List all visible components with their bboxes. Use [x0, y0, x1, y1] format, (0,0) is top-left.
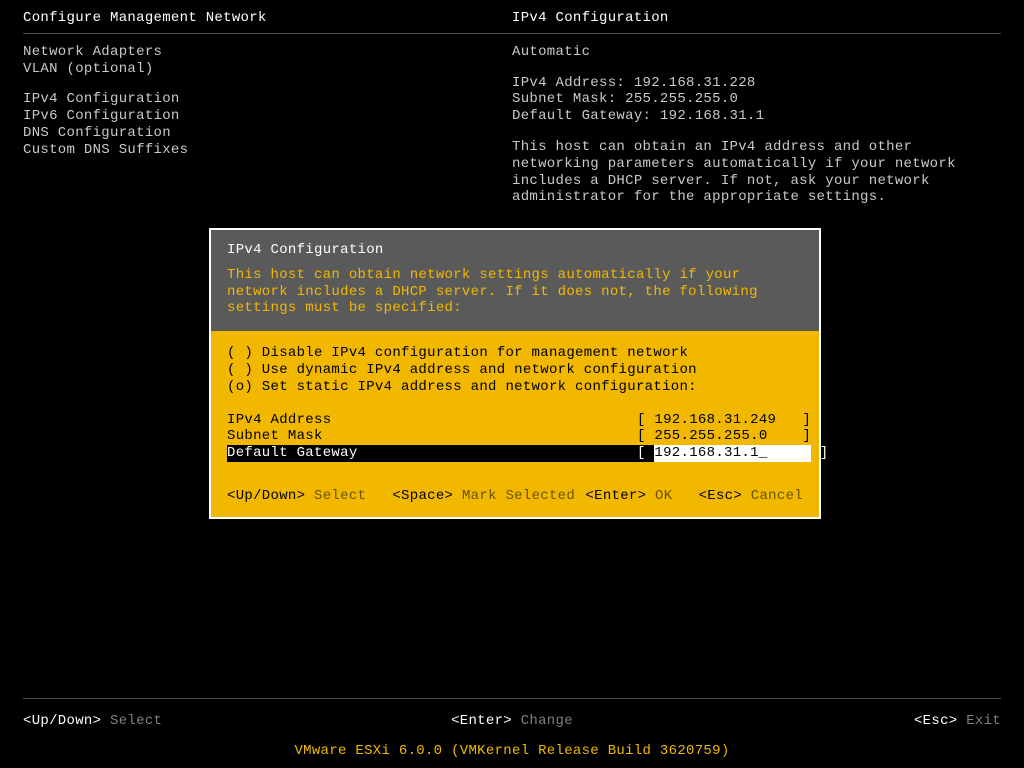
- dialog-header: IPv4 Configuration This host can obtain …: [211, 230, 819, 331]
- footer-hints: <Up/Down> Select <Enter> Change <Esc> Ex…: [0, 713, 1024, 730]
- dialog-fields[interactable]: IPv4 Address[ 192.168.31.249 ]Subnet Mas…: [227, 412, 803, 462]
- detail-mode: Automatic: [512, 44, 1001, 61]
- hint-esc[interactable]: <Esc> Cancel: [672, 488, 803, 505]
- dialog-options[interactable]: ( ) Disable IPv4 configuration for manag…: [227, 345, 803, 395]
- footer-right: <Esc> Exit: [675, 713, 1001, 730]
- field-value[interactable]: [ 192.168.31.249 ]: [637, 412, 811, 429]
- footer-divider: [23, 698, 1001, 699]
- menu-item-dns-suffixes[interactable]: Custom DNS Suffixes: [23, 142, 512, 159]
- detail-description: This host can obtain an IPv4 address and…: [512, 139, 982, 206]
- detail-subnet-mask: Subnet Mask: 255.255.255.0: [512, 91, 1001, 108]
- body-columns: Network Adapters VLAN (optional) IPv4 Co…: [0, 44, 1024, 206]
- dialog-body: ( ) Disable IPv4 configuration for manag…: [211, 331, 819, 517]
- menu-item-vlan[interactable]: VLAN (optional): [23, 61, 512, 78]
- field-value[interactable]: [ 255.255.255.0 ]: [637, 428, 811, 445]
- header-right-title: IPv4 Configuration: [512, 10, 1001, 27]
- detail-spacer-2: [512, 125, 1001, 139]
- dialog-option-2[interactable]: (o) Set static IPv4 address and network …: [227, 379, 803, 396]
- header-left-title: Configure Management Network: [23, 10, 512, 27]
- header-row: Configure Management Network IPv4 Config…: [0, 0, 1024, 31]
- left-menu[interactable]: Network Adapters VLAN (optional) IPv4 Co…: [23, 44, 512, 206]
- hint-spacer: [575, 488, 585, 505]
- menu-item-dns[interactable]: DNS Configuration: [23, 125, 512, 142]
- footer-left: <Up/Down> Select: [23, 713, 349, 730]
- menu-item-ipv6[interactable]: IPv6 Configuration: [23, 108, 512, 125]
- field-label: IPv4 Address: [227, 412, 637, 429]
- menu-spacer: [23, 77, 512, 91]
- detail-ipv4-address: IPv4 Address: 192.168.31.228: [512, 75, 1001, 92]
- detail-spacer-1: [512, 61, 1001, 75]
- field-row-subnet-mask[interactable]: Subnet Mask[ 255.255.255.0 ]: [227, 428, 803, 445]
- detail-default-gateway: Default Gateway: 192.168.31.1: [512, 108, 1001, 125]
- dialog-subtitle: This host can obtain network settings au…: [227, 267, 803, 317]
- hint-space: <Space> Mark Selected: [366, 488, 575, 505]
- menu-item-ipv4[interactable]: IPv4 Configuration: [23, 91, 512, 108]
- field-row-default-gateway[interactable]: Default Gateway[ 192.168.31.1_ ]: [227, 445, 803, 462]
- dialog-hints: <Up/Down> Select <Space> Mark Selected <…: [227, 488, 803, 505]
- field-value[interactable]: [ 192.168.31.1_ ]: [637, 445, 828, 462]
- field-label: Subnet Mask: [227, 428, 637, 445]
- dialog-title: IPv4 Configuration: [227, 242, 803, 259]
- dialog-option-0[interactable]: ( ) Disable IPv4 configuration for manag…: [227, 345, 803, 362]
- menu-item-network-adapters[interactable]: Network Adapters: [23, 44, 512, 61]
- dialog-option-1[interactable]: ( ) Use dynamic IPv4 address and network…: [227, 362, 803, 379]
- dcui-screen: Configure Management Network IPv4 Config…: [0, 0, 1024, 768]
- hint-enter[interactable]: <Enter> OK: [585, 488, 672, 505]
- product-version-line: VMware ESXi 6.0.0 (VMKernel Release Buil…: [0, 743, 1024, 760]
- hint-updown: <Up/Down> Select: [227, 488, 366, 505]
- field-label: Default Gateway: [227, 445, 637, 462]
- field-row-ipv4-address[interactable]: IPv4 Address[ 192.168.31.249 ]: [227, 412, 803, 429]
- footer-center: <Enter> Change: [349, 713, 675, 730]
- header-divider: [23, 33, 1001, 34]
- ipv4-config-dialog: IPv4 Configuration This host can obtain …: [209, 228, 821, 519]
- right-detail-panel: Automatic IPv4 Address: 192.168.31.228 S…: [512, 44, 1001, 206]
